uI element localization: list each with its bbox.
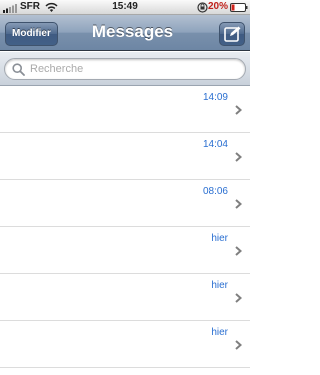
- message-row[interactable]: hier: [0, 321, 250, 368]
- chevron-right-icon: [235, 293, 242, 303]
- search-bar: [0, 52, 250, 86]
- page-title: Messages: [91, 22, 174, 41]
- edit-button[interactable]: Modifier: [5, 22, 58, 46]
- compose-button[interactable]: [219, 22, 245, 46]
- chevron-right-icon: [235, 246, 242, 256]
- message-row[interactable]: 14:09: [0, 86, 250, 133]
- chevron-right-icon: [235, 152, 242, 162]
- search-field[interactable]: [4, 58, 246, 80]
- search-icon: [12, 63, 25, 76]
- compose-icon: [224, 26, 241, 42]
- lock-rotation-icon: [197, 2, 208, 13]
- message-list: 14:09 14:04 08:06 hier hier hier: [0, 86, 250, 368]
- status-bar: SFR 15:49 20%: [0, 0, 250, 15]
- navigation-bar: Modifier Messages: [0, 15, 250, 51]
- chevron-right-icon: [235, 199, 242, 209]
- message-time: hier: [211, 280, 228, 291]
- message-row[interactable]: hier: [0, 274, 250, 321]
- message-time: hier: [211, 233, 228, 244]
- battery-icon: [230, 3, 248, 12]
- message-time: 14:04: [202, 139, 228, 150]
- message-row[interactable]: 08:06: [0, 180, 250, 227]
- search-input[interactable]: [30, 59, 230, 79]
- message-time: hier: [211, 327, 228, 338]
- chevron-right-icon: [235, 340, 242, 350]
- message-time: 08:06: [202, 186, 228, 197]
- message-time: 14:09: [202, 92, 228, 103]
- chevron-right-icon: [235, 105, 242, 115]
- message-row[interactable]: hier: [0, 227, 250, 274]
- battery-percentage: 20%: [208, 1, 229, 12]
- message-row[interactable]: 14:04: [0, 133, 250, 180]
